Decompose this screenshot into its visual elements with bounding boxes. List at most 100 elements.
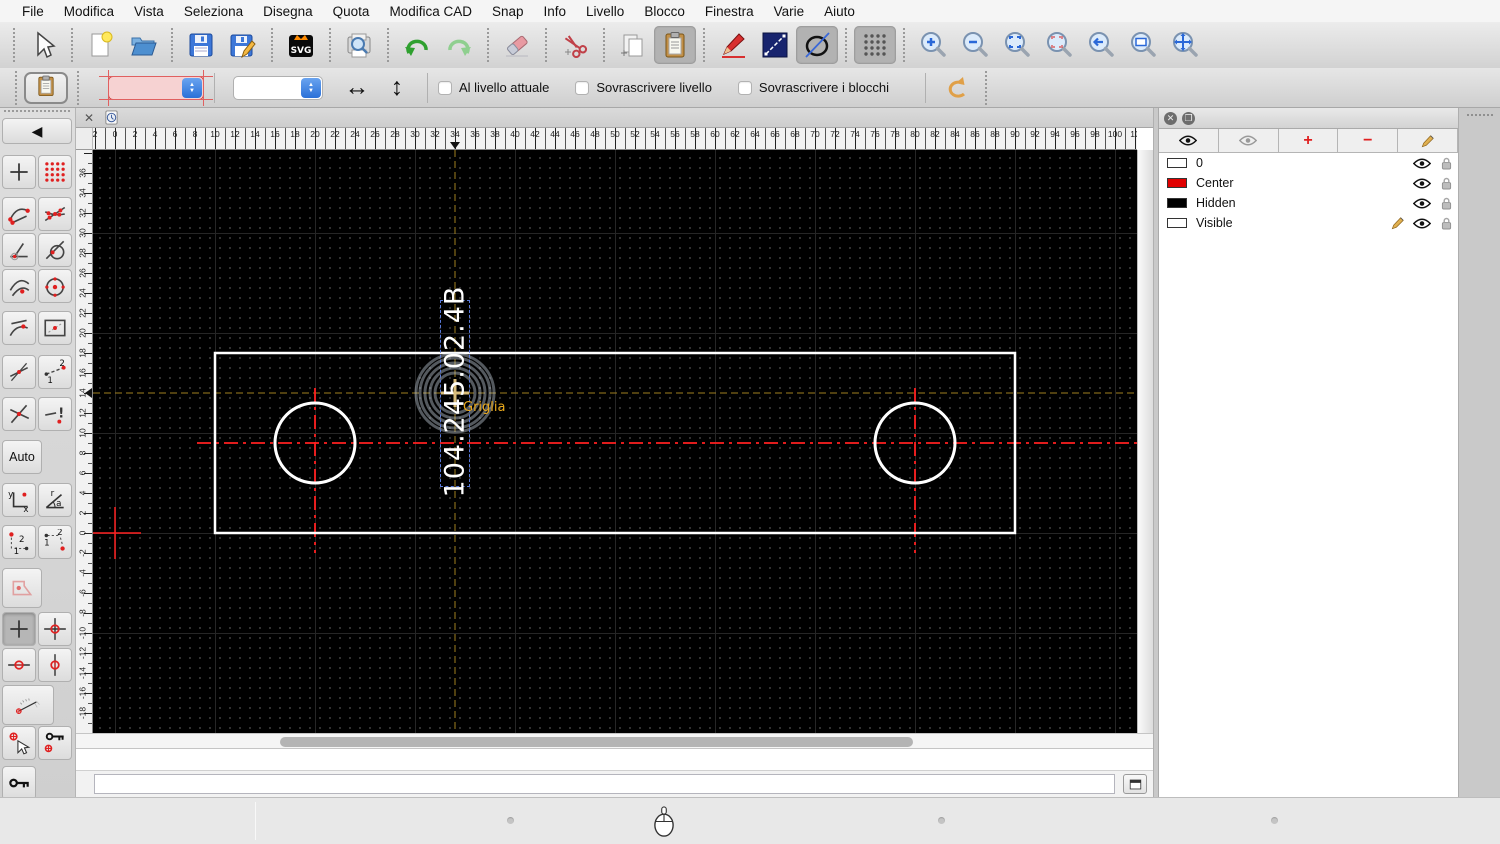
vertical-scrollbar[interactable] (1137, 150, 1153, 733)
angle-meter-button[interactable] (2, 685, 54, 725)
undo-button[interactable] (396, 26, 438, 64)
layer-visibility-icon[interactable] (1410, 217, 1434, 229)
grid-toggle-button[interactable] (854, 26, 896, 64)
checkbox-icon[interactable] (438, 80, 452, 95)
stepper-icon[interactable]: ▲ ▼ (182, 77, 202, 98)
menu-item-seleziona[interactable]: Seleziona (174, 4, 253, 19)
menu-item-aiuto[interactable]: Aiuto (814, 4, 865, 19)
restrict-vertical-button[interactable] (38, 648, 72, 682)
edit-layer-icon[interactable] (1398, 129, 1458, 152)
lock-relative-zero-button[interactable] (38, 726, 72, 760)
save-button[interactable] (180, 26, 222, 64)
new-file-button[interactable] (80, 26, 122, 64)
save-as-button[interactable] (222, 26, 264, 64)
snap-endpoints-button[interactable] (2, 197, 36, 231)
checkbox-al-livello-attuale[interactable]: Al livello attuale (438, 80, 549, 95)
close-panel-icon[interactable]: ✕ (1164, 111, 1177, 125)
menu-item-quota[interactable]: Quota (323, 4, 380, 19)
drawing-canvas[interactable]: 104.245.02.4B Griglia (93, 150, 1137, 733)
zoom-auto-button[interactable] (996, 26, 1038, 64)
snap-center-button[interactable] (38, 269, 72, 303)
snap-distance-button[interactable]: 12 (38, 355, 72, 389)
snap-on-entity-button[interactable] (38, 197, 72, 231)
menu-item-info[interactable]: Info (534, 4, 577, 19)
layer-row-hidden[interactable]: Hidden (1159, 193, 1458, 213)
detach-panel-icon[interactable]: ❐ (1182, 111, 1195, 125)
print-preview-button[interactable] (338, 26, 380, 64)
hide-all-layers-icon[interactable] (1219, 129, 1279, 152)
layer-lock-icon[interactable] (1434, 217, 1458, 230)
menu-item-modifica[interactable]: Modifica (54, 4, 124, 19)
snap-grid-button[interactable] (38, 155, 72, 189)
flip-vertical-icon[interactable]: ↕ (377, 73, 417, 102)
remove-layer-icon[interactable]: − (1338, 129, 1399, 152)
back-button[interactable]: ◀ (2, 118, 72, 144)
paste-mode-button[interactable] (24, 71, 68, 104)
checkbox-icon[interactable] (575, 80, 590, 95)
menu-item-vista[interactable]: Vista (124, 4, 174, 19)
set-relative-zero-button[interactable] (2, 726, 36, 760)
coord-cartesian-button[interactable]: yx (2, 483, 36, 517)
menu-item-livello[interactable]: Livello (576, 4, 634, 19)
layer-row-0[interactable]: 0 (1159, 153, 1458, 173)
zoom-window-button[interactable] (1122, 26, 1164, 64)
checkbox-sovrascrivere-i-blocchi[interactable]: Sovrascrivere i blocchi (737, 80, 889, 95)
layer-lock-icon[interactable] (1434, 177, 1458, 190)
layer-lock-icon[interactable] (1434, 157, 1458, 170)
paste-button[interactable] (654, 26, 696, 64)
snap-middle-button[interactable] (2, 355, 36, 389)
add-layer-icon[interactable]: + (1279, 129, 1339, 152)
layer-visibility-icon[interactable] (1410, 157, 1434, 169)
toggle-command-window-button[interactable] (1123, 774, 1147, 794)
copy-button[interactable] (612, 26, 654, 64)
snap-entity-button[interactable] (2, 311, 36, 345)
scale-combo[interactable]: ▲ ▼ (233, 75, 323, 100)
snap-reference-button[interactable] (38, 311, 72, 345)
menu-item-snap[interactable]: Snap (482, 4, 534, 19)
restrict-horizontal-button[interactable] (2, 648, 36, 682)
svg-export-button[interactable]: SVG (280, 26, 322, 64)
position-input[interactable] (94, 774, 1115, 794)
zoom-pan-button[interactable] (1164, 26, 1206, 64)
coord-polar-button[interactable]: ra (38, 483, 72, 517)
snap-intersection-button[interactable] (2, 397, 36, 431)
scrollbar-thumb[interactable] (280, 737, 913, 747)
close-tab-icon[interactable]: ✕ (84, 111, 94, 125)
menu-item-file[interactable]: File (12, 4, 54, 19)
layer-row-center[interactable]: Center (1159, 173, 1458, 193)
ortho-constraint-button[interactable] (2, 568, 42, 608)
layer-lock-icon[interactable] (1434, 197, 1458, 210)
zoom-out-button[interactable] (954, 26, 996, 64)
snap-nearest-button[interactable] (2, 269, 36, 303)
menu-item-finestra[interactable]: Finestra (695, 4, 764, 19)
menu-item-blocco[interactable]: Blocco (634, 4, 695, 19)
draw-line-button[interactable] (754, 26, 796, 64)
auto-snap-button[interactable]: Auto (2, 440, 42, 474)
rel-polar-button[interactable]: 12 (38, 525, 72, 559)
restrict-off-button[interactable] (2, 612, 36, 646)
layer-visibility-icon[interactable] (1410, 197, 1434, 209)
layer-visibility-icon[interactable] (1410, 177, 1434, 189)
stepper-icon[interactable]: ▲ ▼ (301, 77, 321, 98)
zoom-previous-button[interactable] (1080, 26, 1122, 64)
zoom-select-button[interactable] (1038, 26, 1080, 64)
snap-intersection-manual-button[interactable]: ! (38, 397, 72, 431)
flip-horizontal-icon[interactable]: ↔ (337, 73, 377, 102)
rotation-combo[interactable]: ▲ ▼ (99, 69, 213, 106)
redo-button[interactable] (438, 26, 480, 64)
revert-button[interactable] (936, 69, 978, 107)
cut-button[interactable] (554, 26, 596, 64)
horizontal-scrollbar[interactable] (76, 733, 1153, 749)
menu-item-modifica-cad[interactable]: Modifica CAD (379, 4, 482, 19)
eraser-button[interactable] (496, 26, 538, 64)
draw-ellipse-button[interactable] (796, 26, 838, 64)
pointer-button[interactable] (22, 26, 64, 64)
menu-item-varie[interactable]: Varie (764, 4, 815, 19)
restrict-orthogonal-button[interactable] (38, 612, 72, 646)
snap-perpendicular-button[interactable] (2, 233, 36, 267)
unlock-relative-zero-button[interactable] (2, 766, 36, 800)
menu-item-disegna[interactable]: Disegna (253, 4, 323, 19)
checkbox-sovrascrivere-livello[interactable]: Sovrascrivere livello (575, 80, 712, 95)
zoom-in-button[interactable] (912, 26, 954, 64)
show-all-layers-icon[interactable] (1159, 129, 1219, 152)
